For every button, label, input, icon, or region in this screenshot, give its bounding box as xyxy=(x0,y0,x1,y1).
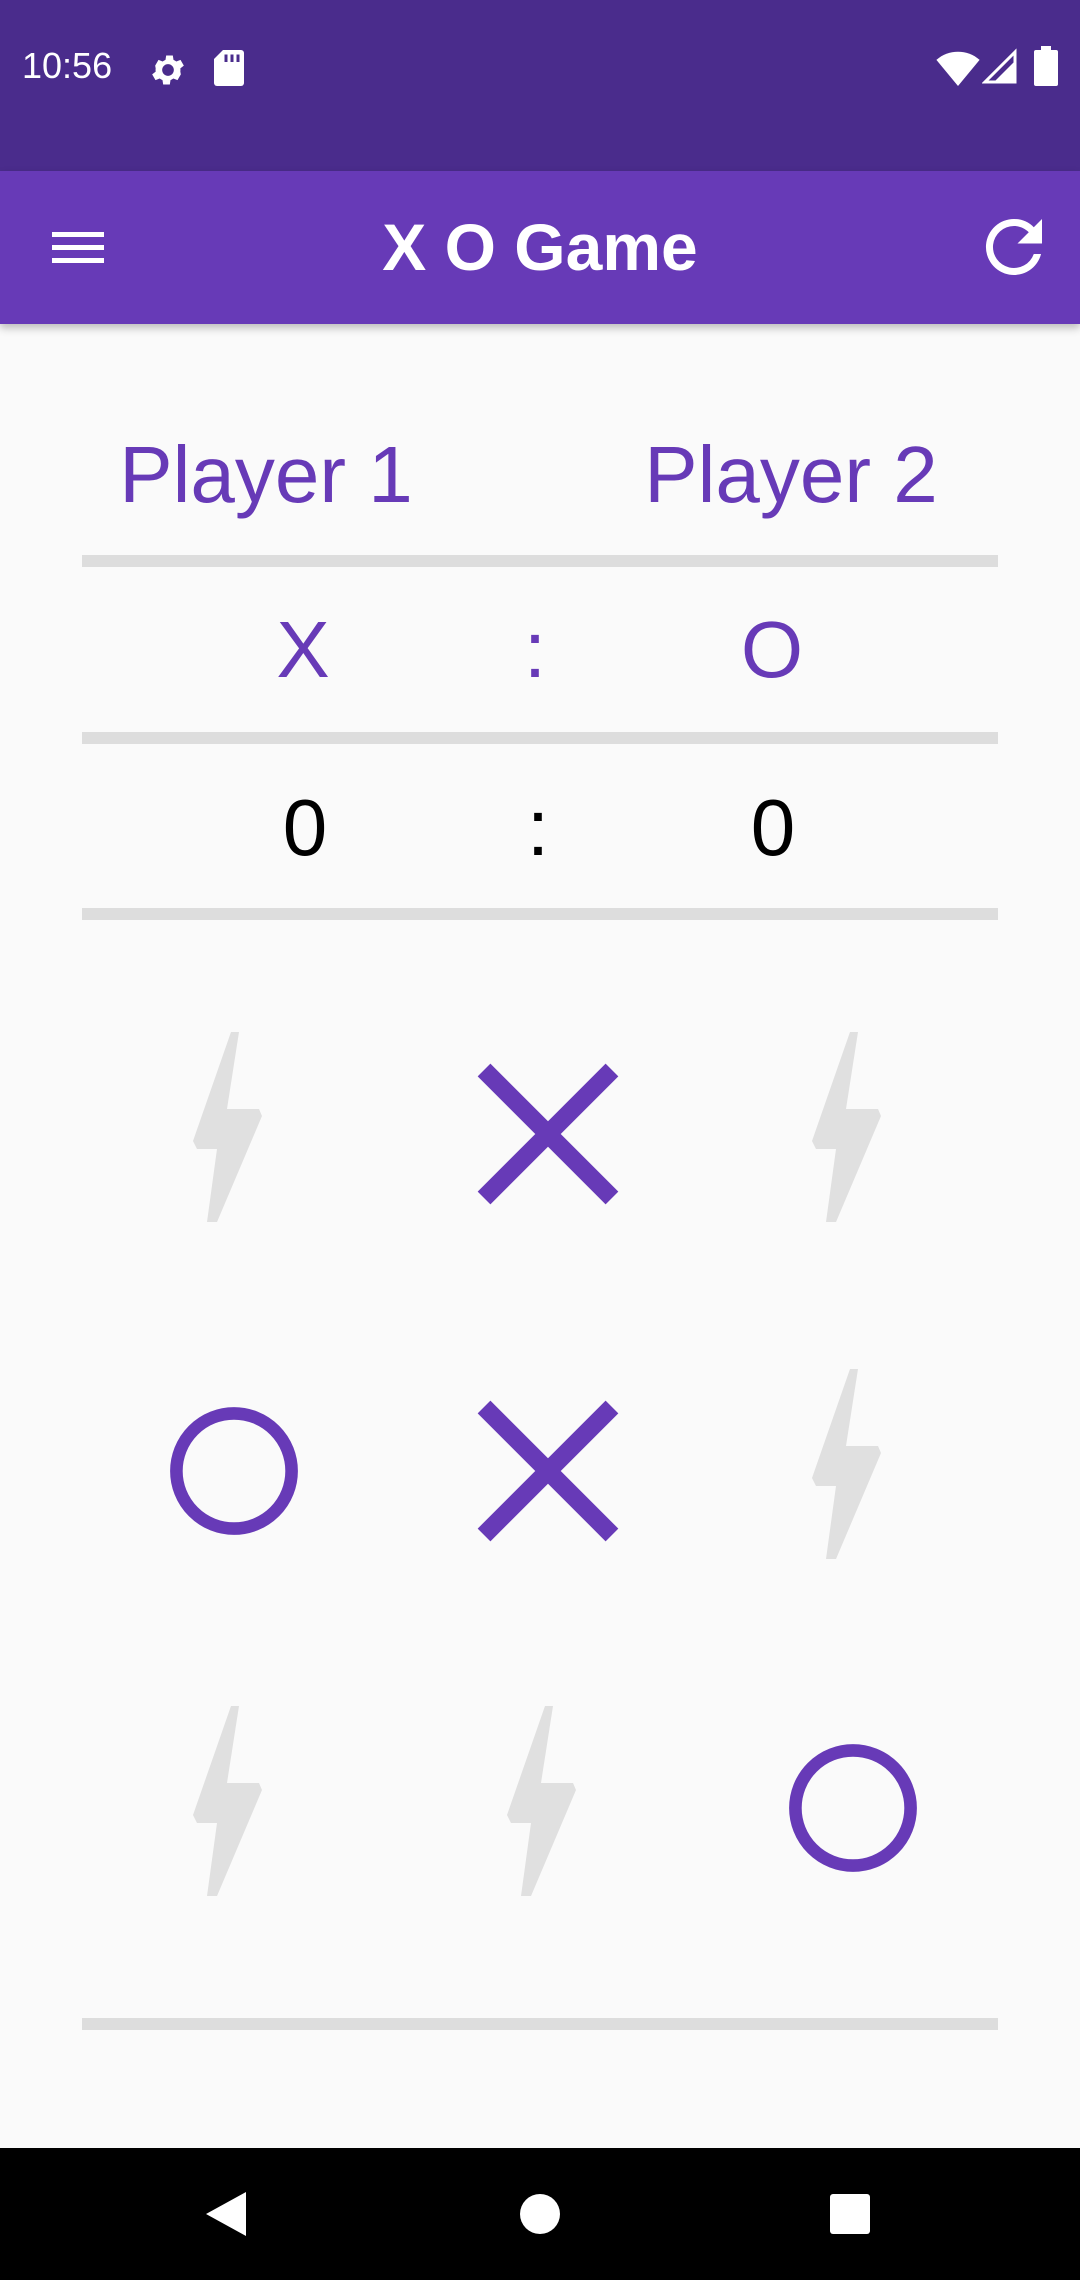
recents-icon[interactable] xyxy=(814,2178,886,2250)
board-cell[interactable] xyxy=(723,1678,983,1938)
lightning-icon xyxy=(812,1032,881,1222)
battery-icon xyxy=(1034,46,1058,86)
refresh-button[interactable] xyxy=(972,205,1056,289)
signal-icon xyxy=(982,48,1017,84)
player2-score: 0 xyxy=(750,783,796,872)
wifi-icon xyxy=(936,51,980,86)
lightning-icon xyxy=(193,1706,262,1896)
player1-score: 0 xyxy=(282,783,328,872)
board-cell[interactable] xyxy=(723,1004,983,1264)
settings-icon xyxy=(152,55,184,85)
lightning-icon xyxy=(812,1369,881,1559)
board-cell[interactable] xyxy=(104,1678,364,1938)
menu-button[interactable] xyxy=(38,205,122,289)
o-mark-icon xyxy=(170,1407,298,1535)
board-cell[interactable] xyxy=(104,1341,364,1601)
status-bar: 10:56 xyxy=(0,0,1080,171)
o-mark-icon xyxy=(789,1744,917,1872)
symbol-separator: : xyxy=(523,605,547,694)
score-separator: : xyxy=(526,783,550,872)
player2-label: Player 2 xyxy=(644,430,938,519)
divider xyxy=(82,732,998,744)
x-mark-icon xyxy=(477,1400,619,1542)
navigation-bar xyxy=(0,2148,1080,2280)
board-cell[interactable] xyxy=(104,1004,364,1264)
home-icon[interactable] xyxy=(504,2178,576,2250)
back-icon[interactable] xyxy=(190,2178,262,2250)
board-cell[interactable] xyxy=(418,1678,678,1938)
player2-symbol: O xyxy=(740,605,804,694)
x-mark-icon xyxy=(477,1063,619,1205)
board-cell[interactable] xyxy=(418,1341,678,1601)
player1-symbol: X xyxy=(276,605,330,694)
divider xyxy=(82,908,998,920)
refresh-icon xyxy=(985,218,1042,275)
player1-label: Player 1 xyxy=(119,430,413,519)
menu-icon xyxy=(52,232,104,263)
app-title: X O Game xyxy=(382,210,698,284)
board-cell[interactable] xyxy=(723,1341,983,1601)
lightning-icon xyxy=(193,1032,262,1222)
lightning-icon xyxy=(507,1706,576,1896)
board-cell[interactable] xyxy=(418,1004,678,1264)
status-time: 10:56 xyxy=(22,45,113,86)
app-bar: X O Game xyxy=(0,171,1080,324)
divider xyxy=(82,555,998,567)
divider xyxy=(82,2018,998,2030)
sd-card-icon xyxy=(214,50,244,86)
